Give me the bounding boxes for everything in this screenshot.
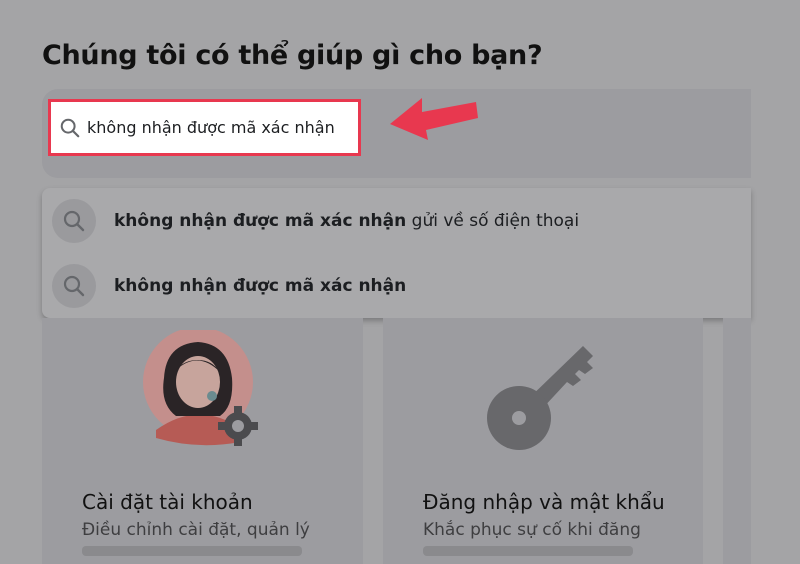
card-login-password[interactable]: Đăng nhập và mật khẩu Khắc phục sự cố kh…	[383, 318, 703, 564]
search-icon	[52, 264, 96, 308]
red-arrow-icon	[390, 98, 478, 140]
suggestion-rest: gửi về số điện thoại	[406, 211, 580, 231]
page-title: Chúng tôi có thể giúp gì cho bạn?	[42, 40, 543, 71]
card-title: Cài đặt tài khoản	[82, 490, 253, 514]
card-description-overflow	[423, 544, 653, 556]
suggestion-item[interactable]: không nhận được mã xác nhận	[52, 262, 742, 310]
card-description-overflow	[82, 544, 312, 556]
search-icon	[60, 118, 80, 137]
search-icon	[52, 199, 96, 243]
suggestion-text: không nhận được mã xác nhận	[114, 276, 406, 296]
key-icon	[487, 346, 593, 450]
card-account-settings[interactable]: Cài đặt tài khoản Điều chỉnh cài đặt, qu…	[42, 318, 363, 564]
search-input[interactable]	[87, 118, 357, 137]
card-description: Khắc phục sự cố khi đăng	[423, 520, 641, 540]
card-description: Điều chỉnh cài đặt, quản lý	[82, 520, 310, 540]
suggestion-match: không nhận được mã xác nhận	[114, 211, 407, 231]
person-settings-icon	[143, 330, 258, 446]
suggestion-item[interactable]: không nhận được mã xác nhận gửi về số đi…	[52, 197, 742, 245]
suggestion-match: không nhận được mã xác nhận	[114, 276, 407, 296]
search-suggestions: không nhận được mã xác nhận gửi về số đi…	[42, 188, 751, 318]
card-partial[interactable]	[723, 318, 751, 564]
search-box[interactable]	[48, 99, 361, 156]
card-title: Đăng nhập và mật khẩu	[423, 490, 665, 514]
suggestion-text: không nhận được mã xác nhận gửi về số đi…	[114, 211, 579, 231]
